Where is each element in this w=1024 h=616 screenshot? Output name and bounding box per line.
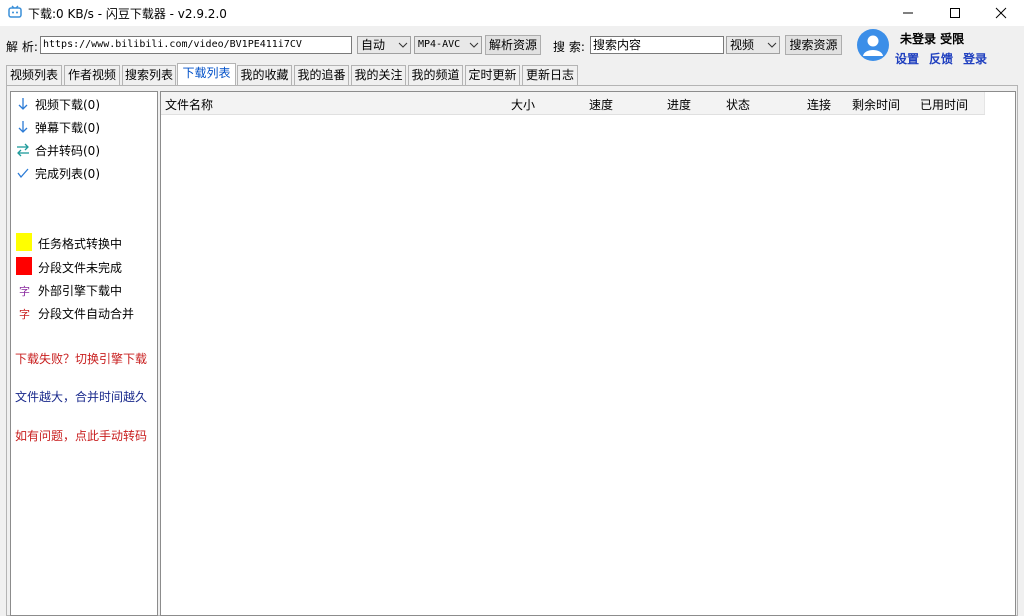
tab-search-list[interactable]: 搜索列表 (122, 65, 176, 85)
chevron-down-icon (469, 42, 479, 48)
tip-manual-transcode[interactable]: 如有问题，点此手动转码 (15, 427, 147, 444)
legend-label: 分段文件自动合并 (38, 307, 135, 321)
arrow-down-icon (18, 98, 28, 110)
close-icon (995, 7, 1007, 19)
tab-scheduled-update[interactable]: 定时更新 (465, 65, 520, 85)
legend-purple-glyph: 字 (19, 285, 30, 298)
window-title: 下载:0 KB/s - 闪豆下载器 - v2.9.2.0 (28, 7, 227, 21)
tab-video-list[interactable]: 视频列表 (6, 65, 62, 85)
category-label: 合并转码(0) (35, 143, 100, 158)
maximize-button[interactable] (932, 0, 978, 26)
column-header-remaining-time[interactable]: 剩余时间 (852, 96, 900, 113)
tip-switch-engine[interactable]: 下载失败？切换引擎下载 (15, 350, 147, 367)
login-link[interactable]: 登录 (963, 50, 987, 67)
swap-arrows-icon (17, 143, 29, 157)
search-type-value: 视频 (730, 38, 755, 52)
header-divider (984, 92, 985, 114)
parse-label: 解 析: (6, 40, 38, 54)
category-completed-list[interactable]: 完成列表(0) (16, 165, 100, 181)
minimize-button[interactable] (885, 0, 931, 26)
category-merge-transcode[interactable]: 合并转码(0) (16, 142, 100, 158)
tab-my-following[interactable]: 我的关注 (351, 65, 406, 85)
tip-merge-time: 文件越大，合并时间越久 (15, 390, 148, 404)
login-status: 未登录 受限 (900, 32, 965, 46)
chevron-down-icon (398, 42, 408, 48)
column-header-status[interactable]: 状态 (726, 96, 750, 113)
maximize-icon (950, 8, 960, 18)
arrow-down-icon (18, 121, 28, 133)
parse-resource-button[interactable]: 解析资源 (485, 35, 541, 55)
column-header-connections[interactable]: 连接 (807, 96, 831, 113)
table-header: 文件名称 大小 速度 进度 状态 连接 剩余时间 已用时间 (161, 92, 985, 115)
format-select[interactable]: MP4-AVC (414, 36, 482, 54)
search-input[interactable]: 搜索内容 (590, 36, 724, 54)
checkmark-icon (17, 168, 29, 179)
tab-my-bangumi[interactable]: 我的追番 (294, 65, 349, 85)
legend-yellow-swatch (16, 233, 32, 251)
category-label: 完成列表(0) (35, 166, 100, 181)
search-type-select[interactable]: 视频 (726, 36, 780, 54)
download-table[interactable]: 文件名称 大小 速度 进度 状态 连接 剩余时间 已用时间 (160, 91, 1016, 616)
quality-select[interactable]: 自动 (357, 36, 411, 54)
column-header-filename[interactable]: 文件名称 (165, 96, 213, 113)
column-header-progress[interactable]: 进度 (667, 96, 691, 113)
avatar-icon[interactable] (857, 29, 889, 61)
settings-link[interactable]: 设置 (895, 50, 919, 67)
legend-label: 分段文件未完成 (38, 261, 123, 275)
tab-my-favorites[interactable]: 我的收藏 (237, 65, 292, 85)
feedback-link[interactable]: 反馈 (929, 50, 953, 67)
title-bar: 下载:0 KB/s - 闪豆下载器 - v2.9.2.0 (0, 0, 1024, 26)
tab-changelog[interactable]: 更新日志 (522, 65, 578, 85)
legend-label: 任务格式转换中 (38, 237, 123, 251)
legend-red-swatch (16, 257, 32, 275)
url-input[interactable]: https://www.bilibili.com/video/BV1PE411i… (40, 36, 352, 54)
format-select-value: MP4-AVC (418, 39, 461, 50)
app-logo-icon (8, 5, 22, 18)
category-label: 视频下载(0) (35, 97, 100, 112)
close-button[interactable] (978, 0, 1024, 26)
column-header-size[interactable]: 大小 (511, 96, 535, 113)
legend-label: 外部引擎下载中 (38, 284, 123, 298)
minimize-icon (903, 12, 913, 14)
column-header-speed[interactable]: 速度 (589, 96, 613, 113)
category-label: 弹幕下载(0) (35, 120, 100, 135)
tab-my-channel[interactable]: 我的频道 (408, 65, 463, 85)
category-video-download[interactable]: 视频下载(0) (16, 96, 100, 112)
quality-select-value: 自动 (361, 38, 386, 52)
left-panel: 视频下载(0) 弹幕下载(0) 合并转码(0) 完成列表(0) 任务格式转换中 … (10, 91, 158, 616)
tab-author-videos[interactable]: 作者视频 (64, 65, 120, 85)
column-header-elapsed-time[interactable]: 已用时间 (920, 96, 968, 113)
chevron-down-icon (767, 42, 777, 48)
search-label: 搜 索: (553, 40, 585, 54)
legend-red-glyph: 字 (19, 308, 30, 321)
tab-download-list[interactable]: 下载列表 (177, 63, 236, 85)
search-resource-button[interactable]: 搜索资源 (785, 35, 842, 55)
category-danmaku-download[interactable]: 弹幕下载(0) (16, 119, 100, 135)
